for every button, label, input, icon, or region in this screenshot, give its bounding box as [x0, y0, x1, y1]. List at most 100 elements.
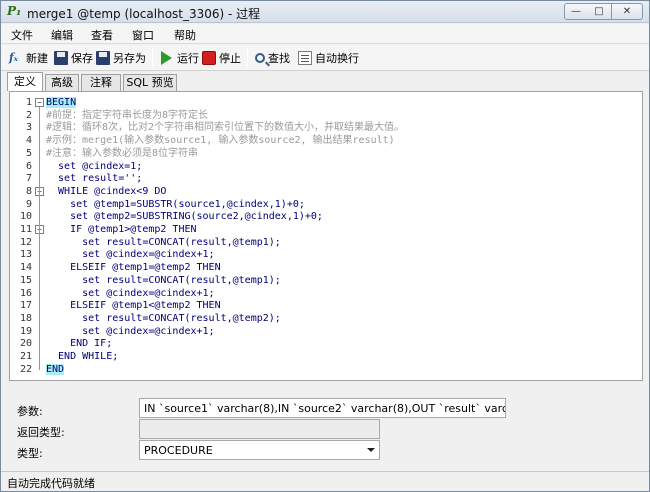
menu-edit[interactable]: 编辑: [51, 27, 73, 43]
code-text: set @cindex=@cindex+1;: [46, 249, 215, 261]
code-text: WHILE @cindex<9 DO: [46, 185, 167, 197]
code-text: END: [46, 363, 65, 376]
line-number: 12: [19, 236, 32, 248]
code-text: set result=CONCAT(result,@temp1);: [46, 236, 281, 248]
title-bar[interactable]: P₁ merge1 @temp (localhost_3306) - 过程 — …: [1, 1, 649, 23]
minimize-button[interactable]: —: [564, 3, 588, 20]
matched-keyword-highlight: BEGIN: [46, 97, 77, 108]
code-line: 6 set @cindex=1;: [10, 160, 640, 173]
play-icon: [161, 51, 172, 65]
fold-toggle-icon[interactable]: −: [35, 98, 44, 107]
line-number: 14: [19, 262, 32, 274]
code-text: ELSEIF @temp1<@temp2 THEN: [46, 300, 221, 312]
toolbar-separator: [247, 49, 248, 67]
code-line: 10 set @temp2=SUBSTRING(source2,@cindex,…: [10, 210, 640, 223]
line-number: 9: [25, 198, 32, 210]
find-button[interactable]: 查找: [255, 49, 290, 67]
stop-button[interactable]: 停止: [202, 49, 241, 67]
code-line: 2 #前提：指定字符串长度为8字符定长: [10, 109, 640, 122]
menu-window[interactable]: 窗口: [132, 27, 154, 43]
params-input[interactable]: IN `source1` varchar(8),IN `source2` var…: [139, 398, 506, 418]
code-line: 17 ELSEIF @temp1<@temp2 THEN: [10, 299, 640, 312]
line-number: 4: [25, 135, 32, 147]
code-line: 9 set @temp1=SUBSTR(source1,@cindex,1)+0…: [10, 198, 640, 211]
type-select-value: PROCEDURE: [144, 444, 213, 457]
run-button[interactable]: 运行: [161, 49, 199, 67]
code-editor[interactable]: 1− BEGIN 2 #前提：指定字符串长度为8字符定长 3 #逻辑：循环8次，比对2个字…: [9, 91, 643, 381]
menu-view[interactable]: 查看: [91, 27, 113, 43]
save-as-button[interactable]: 另存为: [96, 49, 146, 67]
line-number: 21: [19, 351, 32, 362]
code-line: 1− BEGIN: [10, 96, 640, 109]
new-button[interactable]: fₓ 新建: [9, 49, 48, 67]
code-line: 16 set @cindex=@cindex+1;: [10, 287, 640, 300]
app-icon: P₁: [7, 4, 22, 18]
save-label: 保存: [71, 52, 93, 65]
code-text: set @temp1=SUBSTR(source1,@cindex,1)+0;: [46, 198, 305, 210]
code-text: #示例：merge1(输入参数source1, 输入参数source2, 输出结…: [46, 135, 395, 147]
return-type-input: [139, 419, 380, 439]
params-label: 参数:: [17, 405, 43, 418]
code-text: set @cindex=@cindex+1;: [46, 325, 215, 337]
close-button[interactable]: ✕: [611, 3, 643, 20]
line-number: 3: [25, 122, 32, 134]
line-number: 19: [19, 325, 32, 337]
code-text: END IF;: [46, 338, 113, 350]
stop-label: 停止: [219, 52, 241, 65]
code-text: #逻辑：循环8次，比对2个字符串相同索引位置下的数值大小，并取结果最大值。: [46, 122, 405, 134]
code-line: 7 set result='';: [10, 172, 640, 185]
save-button[interactable]: 保存: [54, 49, 93, 67]
code-text: END WHILE;: [46, 351, 119, 362]
tab-advanced[interactable]: 高级: [45, 74, 79, 91]
return-type-label: 返回类型:: [17, 426, 65, 439]
code-line: 3 #逻辑：循环8次，比对2个字符串相同索引位置下的数值大小，并取结果最大值。: [10, 121, 640, 134]
procedure-editor-window: P₁ merge1 @temp (localhost_3306) - 过程 — …: [0, 0, 650, 492]
code-line: 12 set result=CONCAT(result,@temp1);: [10, 236, 640, 249]
line-number: 11: [19, 224, 32, 235]
menu-help[interactable]: 帮助: [174, 27, 196, 43]
fold-guide: [39, 234, 40, 345]
code-text: set result=CONCAT(result,@temp2);: [46, 312, 281, 324]
code-line: 13 set @cindex=@cindex+1;: [10, 248, 640, 261]
matched-keyword-highlight: END: [46, 363, 65, 375]
new-label: 新建: [26, 52, 48, 65]
code-text: set @cindex=@cindex+1;: [46, 287, 215, 299]
word-wrap-icon: [298, 51, 312, 65]
word-wrap-button[interactable]: 自动换行: [298, 49, 359, 67]
line-number: 1: [25, 97, 32, 108]
toolbar: fₓ 新建 保存 另存为 运行 停止 查找 自动换行: [1, 45, 649, 71]
type-select[interactable]: PROCEDURE: [139, 440, 380, 460]
code-line: 19 set @cindex=@cindex+1;: [10, 325, 640, 338]
code-text: set @cindex=1;: [46, 160, 143, 172]
code-line: 22 END: [10, 363, 640, 376]
code-text: set result=CONCAT(result,@temp1);: [46, 274, 281, 286]
line-number: 10: [19, 211, 32, 223]
tab-comment[interactable]: 注释: [81, 74, 121, 91]
code-text: set result='';: [46, 173, 143, 185]
status-bar: 自动完成代码就绪: [1, 471, 649, 491]
line-number: 22: [19, 363, 32, 375]
code-text: ELSEIF @temp1=@temp2 THEN: [46, 262, 221, 274]
tab-strip: 定义 高级 注释 SQL 预览: [1, 72, 649, 91]
find-label: 查找: [268, 52, 290, 65]
search-icon: [255, 53, 265, 63]
line-number: 15: [19, 274, 32, 286]
line-number: 18: [19, 312, 32, 324]
line-number: 2: [25, 109, 32, 121]
menu-file[interactable]: 文件: [11, 27, 33, 43]
code-line: 21 END WHILE;: [10, 350, 640, 363]
tab-definition[interactable]: 定义: [7, 72, 43, 91]
window-title: merge1 @temp (localhost_3306) - 过程: [27, 7, 261, 21]
code-line: 14 ELSEIF @temp1=@temp2 THEN: [10, 261, 640, 274]
toolbar-separator: [152, 49, 153, 67]
menu-bar: 文件 编辑 查看 窗口 帮助: [1, 24, 649, 44]
save-as-label: 另存为: [113, 52, 146, 65]
tab-sql-preview[interactable]: SQL 预览: [123, 74, 177, 91]
line-number: 6: [25, 160, 32, 172]
code-line: 15 set result=CONCAT(result,@temp1);: [10, 274, 640, 287]
code-line: 4 #示例：merge1(输入参数source1, 输入参数source2, 输出…: [10, 134, 640, 147]
code-line: 20 END IF;: [10, 337, 640, 350]
code-line: 11− IF @temp1>@temp2 THEN: [10, 223, 640, 236]
save-icon: [54, 51, 68, 65]
maximize-button[interactable]: □: [587, 3, 611, 20]
